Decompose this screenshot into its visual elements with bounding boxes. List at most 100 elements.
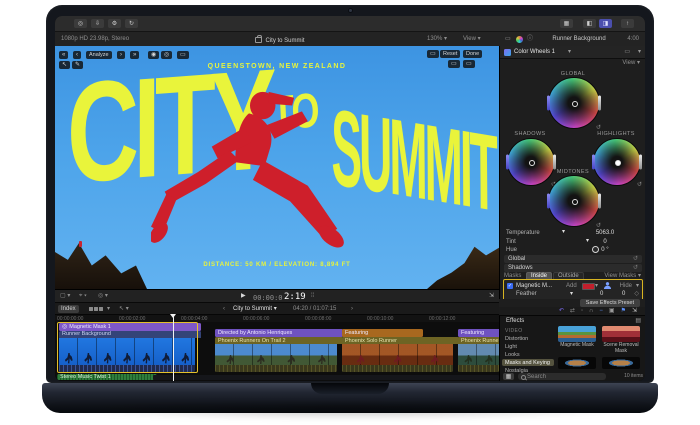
wheel-saturation-hand[interactable] bbox=[598, 194, 601, 209]
skip-back-button[interactable]: « bbox=[59, 51, 68, 59]
clip-solo-audio[interactable] bbox=[342, 365, 453, 372]
compare-icon[interactable]: ▭ bbox=[624, 49, 630, 55]
effect-thumb-scene-removal[interactable] bbox=[602, 326, 640, 342]
tool-menu-3[interactable]: ◎ ▾ bbox=[98, 293, 108, 299]
clip-trail3-filmstrip[interactable] bbox=[458, 344, 499, 365]
slider-marker[interactable]: ▾ bbox=[570, 291, 573, 297]
keyframe-diamond-icon[interactable]: ◇ bbox=[634, 291, 639, 297]
analyze-button[interactable]: Analyze bbox=[86, 51, 112, 59]
clip-trail3-label[interactable]: Phoenix Runners On Trail 3 bbox=[458, 337, 499, 344]
mask-color-swatch[interactable] bbox=[582, 283, 595, 290]
shadows-color-wheel[interactable]: ↺ bbox=[507, 138, 555, 186]
wheel-puck[interactable] bbox=[572, 199, 578, 205]
tint-value[interactable]: 0 bbox=[582, 239, 628, 245]
draw-stroke-button[interactable]: ✎ bbox=[72, 61, 83, 69]
swap-icon[interactable]: ⇄ bbox=[570, 308, 575, 314]
wheel-saturation-handle[interactable] bbox=[553, 155, 556, 170]
share-button[interactable]: ↑ bbox=[621, 19, 634, 28]
clip-trail3-audio[interactable] bbox=[458, 365, 499, 372]
wheel-brightness-handle[interactable] bbox=[506, 155, 509, 170]
temperature-value[interactable]: 5063.0 bbox=[582, 230, 628, 236]
flag-icon[interactable]: ⚑ bbox=[621, 308, 626, 314]
settings-button[interactable]: ⚙ bbox=[108, 19, 121, 28]
color-wheels-header[interactable]: Color Wheels 1 ▾ ▭ ▾ bbox=[500, 46, 645, 59]
effects-category-light[interactable]: Light bbox=[502, 343, 554, 350]
effects-search-field[interactable]: Search bbox=[518, 373, 606, 380]
magnetic-mask-row[interactable]: ✓ Magnetic M... Add ▾ Hide ▾ Feather ▾ 0… bbox=[503, 279, 643, 301]
effects-category-looks[interactable]: Looks bbox=[502, 351, 554, 358]
person-icon[interactable] bbox=[604, 282, 611, 289]
chevron-right-icon[interactable]: › bbox=[351, 306, 353, 312]
temperature-slider[interactable]: Temperature ▾ 5063.0 bbox=[506, 229, 642, 237]
clip-directed-by[interactable]: Directed by Antonio Henriques bbox=[215, 329, 343, 337]
highlights-color-wheel[interactable]: ↺ bbox=[593, 138, 641, 186]
wheel-brightness-handle[interactable] bbox=[547, 96, 550, 111]
step-back-button[interactable]: ‹ bbox=[73, 51, 81, 59]
overlay-small-button-1[interactable]: ▭ bbox=[448, 60, 460, 68]
effect-thumb-vignette-mask[interactable] bbox=[602, 357, 640, 369]
clip-trail2-label[interactable]: Phoenix Runners On Trail 2 bbox=[215, 337, 343, 344]
background-tasks-button[interactable]: ↻ bbox=[125, 19, 138, 28]
save-effects-preset-button[interactable]: Save Effects Preset bbox=[580, 299, 640, 307]
index-button[interactable]: Index bbox=[58, 305, 79, 313]
wheel-saturation-handle[interactable] bbox=[639, 155, 642, 170]
info-inspector-tab[interactable]: ⓘ bbox=[527, 36, 533, 42]
overlay-menu-button[interactable]: ▭ bbox=[427, 50, 439, 58]
clip-trail2-audio[interactable] bbox=[215, 365, 337, 372]
timeline-project-menu[interactable]: City to Summit ▾ bbox=[233, 306, 277, 312]
overlay-option-button[interactable]: ▭ bbox=[177, 51, 189, 59]
timeline-tracks[interactable]: ◎ Magnetic Mask 1 Runner Background Dire… bbox=[55, 322, 499, 381]
clip-solo-filmstrip[interactable] bbox=[342, 344, 453, 365]
clip-appearance-icons[interactable] bbox=[89, 307, 104, 313]
tool-menu-1[interactable]: ▢ ▾ bbox=[60, 293, 70, 299]
effects-sidebar-toggle[interactable]: ▦ bbox=[503, 373, 514, 380]
monitor-icon[interactable]: ▣ bbox=[609, 308, 615, 314]
mask-mode-button[interactable]: ◉ bbox=[148, 51, 159, 59]
done-button[interactable]: Done bbox=[463, 50, 482, 58]
solo-icon[interactable]: ▫ bbox=[581, 308, 583, 314]
viewer-view-menu[interactable]: View ▾ bbox=[463, 36, 481, 42]
audio-skimming-icon[interactable]: ∩ bbox=[589, 308, 593, 314]
wheel-puck[interactable] bbox=[572, 101, 578, 107]
wheel-puck[interactable] bbox=[529, 160, 535, 166]
chevron-down-icon[interactable]: ▾ bbox=[107, 306, 110, 312]
play-button[interactable]: ▶ bbox=[241, 293, 246, 299]
wheels-view-menu[interactable]: View ▾ bbox=[622, 60, 640, 66]
chevron-down-icon[interactable]: ▾ bbox=[638, 49, 641, 55]
tool-menu-2[interactable]: ⌖ ▾ bbox=[79, 293, 87, 299]
wheel-puck[interactable] bbox=[615, 160, 621, 166]
skip-forward-button[interactable]: » bbox=[130, 51, 139, 59]
mask-hide-menu[interactable]: Hide bbox=[620, 283, 632, 289]
wheel-brightness-handle[interactable] bbox=[592, 155, 595, 170]
overlay-small-button-2[interactable]: ▭ bbox=[463, 60, 475, 68]
color-inspector-tab[interactable] bbox=[516, 36, 523, 43]
expand-viewer-button[interactable]: ⇲ bbox=[489, 293, 494, 299]
grid-view-icon[interactable]: ▤ bbox=[635, 318, 641, 324]
mask-outline-button[interactable]: ◎ bbox=[161, 51, 172, 59]
select-tool-button[interactable]: ↖ bbox=[59, 61, 70, 69]
fullscreen-icon[interactable]: ⇲ bbox=[632, 308, 637, 314]
undo-icon[interactable]: ↶ bbox=[559, 308, 564, 314]
video-inspector-tab[interactable]: ▭ bbox=[505, 36, 511, 42]
collapsed-audio-lane[interactable] bbox=[153, 375, 499, 380]
chevron-left-icon[interactable]: ‹ bbox=[223, 306, 225, 312]
hue-value[interactable]: 0 ° bbox=[582, 247, 628, 253]
browser-toggle-button[interactable]: ▦ bbox=[560, 19, 573, 28]
capture-button[interactable]: ◎ bbox=[74, 19, 87, 28]
clip-featuring-1[interactable]: Featuring bbox=[342, 329, 423, 337]
import-button[interactable]: ⇩ bbox=[91, 19, 104, 28]
snapping-icon[interactable]: − bbox=[599, 308, 603, 314]
reset-icon[interactable]: ↺ bbox=[633, 265, 638, 271]
feather-value[interactable]: 0 bbox=[600, 291, 603, 297]
reset-icon[interactable]: ↺ bbox=[633, 256, 638, 262]
inspector-toggle-button[interactable]: ◨ bbox=[599, 19, 612, 28]
global-section-row[interactable]: Global ↺ bbox=[504, 255, 642, 263]
viewer[interactable]: QUEENSTOWN, NEW ZEALAND CITY TO SUMMIT bbox=[55, 46, 499, 289]
tint-slider[interactable]: Tint ▾ 0 bbox=[506, 238, 642, 246]
global-color-wheel[interactable]: ↺ bbox=[548, 77, 600, 129]
mask-enabled-checkbox[interactable]: ✓ bbox=[507, 283, 513, 289]
effects-category-masks-keying[interactable]: Masks and Keying bbox=[502, 359, 554, 366]
pointer-tool-menu[interactable]: ↖ ▾ bbox=[119, 306, 129, 312]
hue-dial[interactable]: Hue 0 ° bbox=[506, 246, 642, 254]
reset-icon[interactable]: ↺ bbox=[637, 182, 642, 188]
